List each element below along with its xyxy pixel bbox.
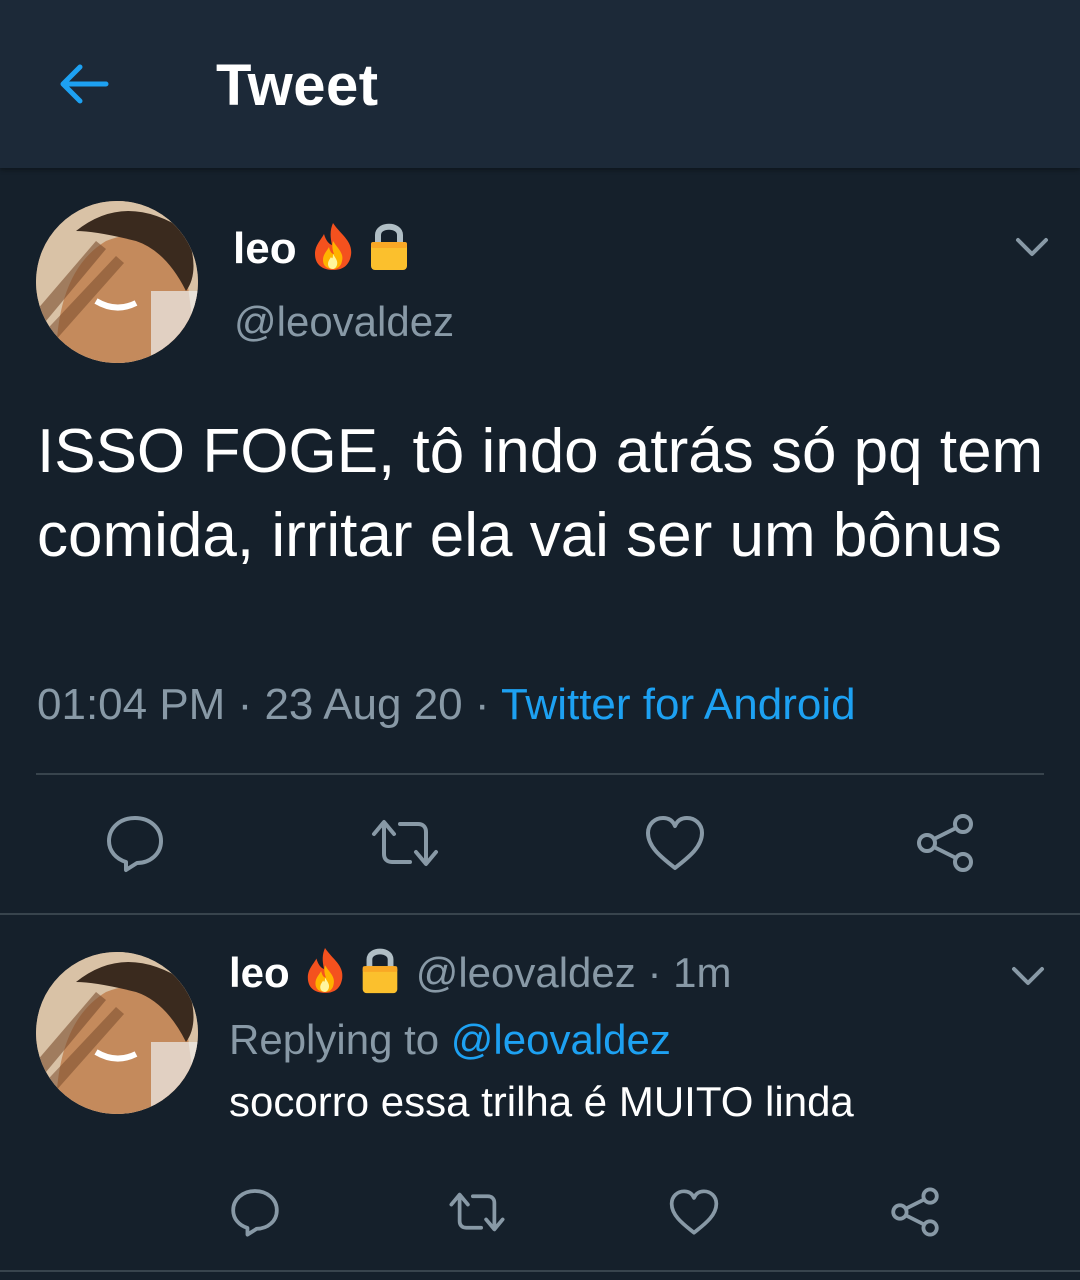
retweet-icon bbox=[449, 1192, 505, 1232]
avatar[interactable] bbox=[36, 201, 198, 363]
fire-emoji bbox=[304, 946, 346, 999]
author-handle-and-time: @leovaldez · 1m bbox=[415, 948, 732, 996]
like-button[interactable] bbox=[644, 814, 706, 877]
replying-to-line: Replying to @leovaldez bbox=[229, 1016, 671, 1064]
tweet-detail-screen: Tweet leo @leovaldez ISSO FOGE, tô indo … bbox=[0, 0, 1080, 1280]
share-icon bbox=[891, 1187, 939, 1237]
like-icon bbox=[646, 816, 704, 870]
author-display-name: leo bbox=[229, 948, 290, 996]
reply-button[interactable] bbox=[229, 1186, 281, 1243]
tweet-source-link[interactable]: Twitter for Android bbox=[501, 680, 856, 729]
like-button[interactable] bbox=[668, 1188, 720, 1241]
tweet-date: 23 Aug 20 bbox=[264, 680, 463, 729]
author-name-row[interactable]: leo bbox=[233, 220, 409, 277]
divider bbox=[0, 913, 1080, 915]
reply-icon bbox=[107, 816, 163, 872]
page-title: Tweet bbox=[216, 53, 379, 118]
lock-emoji bbox=[360, 945, 400, 1000]
retweet-button[interactable] bbox=[448, 1188, 506, 1241]
share-button[interactable] bbox=[889, 1186, 941, 1243]
avatar[interactable] bbox=[36, 952, 198, 1114]
fire-emoji bbox=[311, 221, 355, 276]
avatar-image bbox=[36, 952, 198, 1114]
back-button[interactable] bbox=[54, 54, 114, 114]
mention-link[interactable]: @leovaldez bbox=[451, 1016, 671, 1063]
retweet-icon bbox=[372, 820, 438, 866]
share-button[interactable] bbox=[914, 812, 976, 879]
reply-tweet-text: socorro essa trilha é MUITO linda bbox=[229, 1078, 854, 1125]
meta-separator: · bbox=[225, 680, 265, 729]
more-options-button[interactable] bbox=[1010, 964, 1046, 988]
author-handle[interactable]: @leovaldez bbox=[234, 298, 454, 346]
reply-button[interactable] bbox=[104, 812, 166, 879]
lock-emoji bbox=[369, 220, 409, 277]
tweet-metadata: 01:04 PM · 23 Aug 20 · Twitter for Andro… bbox=[37, 680, 856, 730]
tweet-time: 01:04 PM bbox=[37, 680, 226, 729]
divider bbox=[36, 773, 1044, 775]
more-options-button[interactable] bbox=[1014, 235, 1050, 259]
chevron-down-icon bbox=[1012, 967, 1044, 985]
divider bbox=[0, 1270, 1080, 1272]
chevron-down-icon bbox=[1016, 238, 1048, 256]
tweet-text: ISSO FOGE, tô indo atrás só pq tem comid… bbox=[37, 417, 1044, 570]
replying-to-label: Replying to bbox=[229, 1016, 451, 1063]
retweet-button[interactable] bbox=[370, 814, 440, 877]
author-display-name: leo bbox=[233, 223, 297, 273]
arrow-left-icon bbox=[60, 64, 109, 104]
reply-author-row[interactable]: leo @leovaldez · 1m bbox=[229, 945, 731, 1000]
avatar-image bbox=[36, 201, 198, 363]
reply-icon bbox=[231, 1189, 279, 1237]
meta-separator: · bbox=[462, 680, 501, 729]
share-icon bbox=[917, 814, 973, 872]
like-icon bbox=[669, 1189, 719, 1235]
top-app-bar: Tweet bbox=[0, 0, 1080, 168]
